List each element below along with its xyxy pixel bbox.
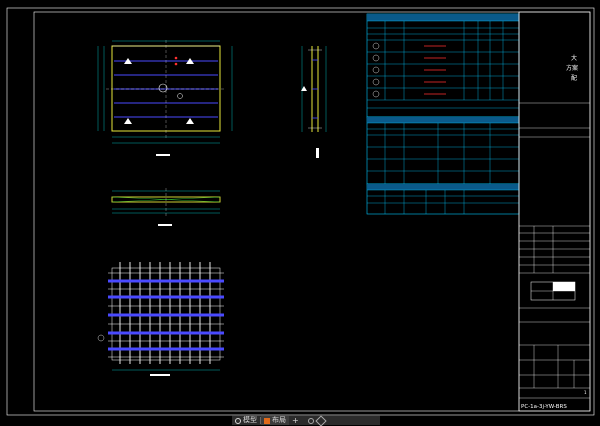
- pen-tool-icon[interactable]: [315, 414, 327, 426]
- search-icon[interactable]: [307, 417, 314, 424]
- cad-canvas[interactable]: 大 方案 配 PC-1a-3j-YW-BRS 1: [0, 0, 600, 424]
- title-char-3: 配: [571, 75, 577, 82]
- bom-tables: [366, 13, 520, 215]
- drawing-code: PC-1a-3j-YW-BRS: [521, 404, 567, 410]
- model-icon: [235, 417, 241, 424]
- title-char-2: 方案: [566, 64, 578, 72]
- title-char-1: 大: [571, 54, 577, 62]
- layout-icon: [264, 417, 270, 424]
